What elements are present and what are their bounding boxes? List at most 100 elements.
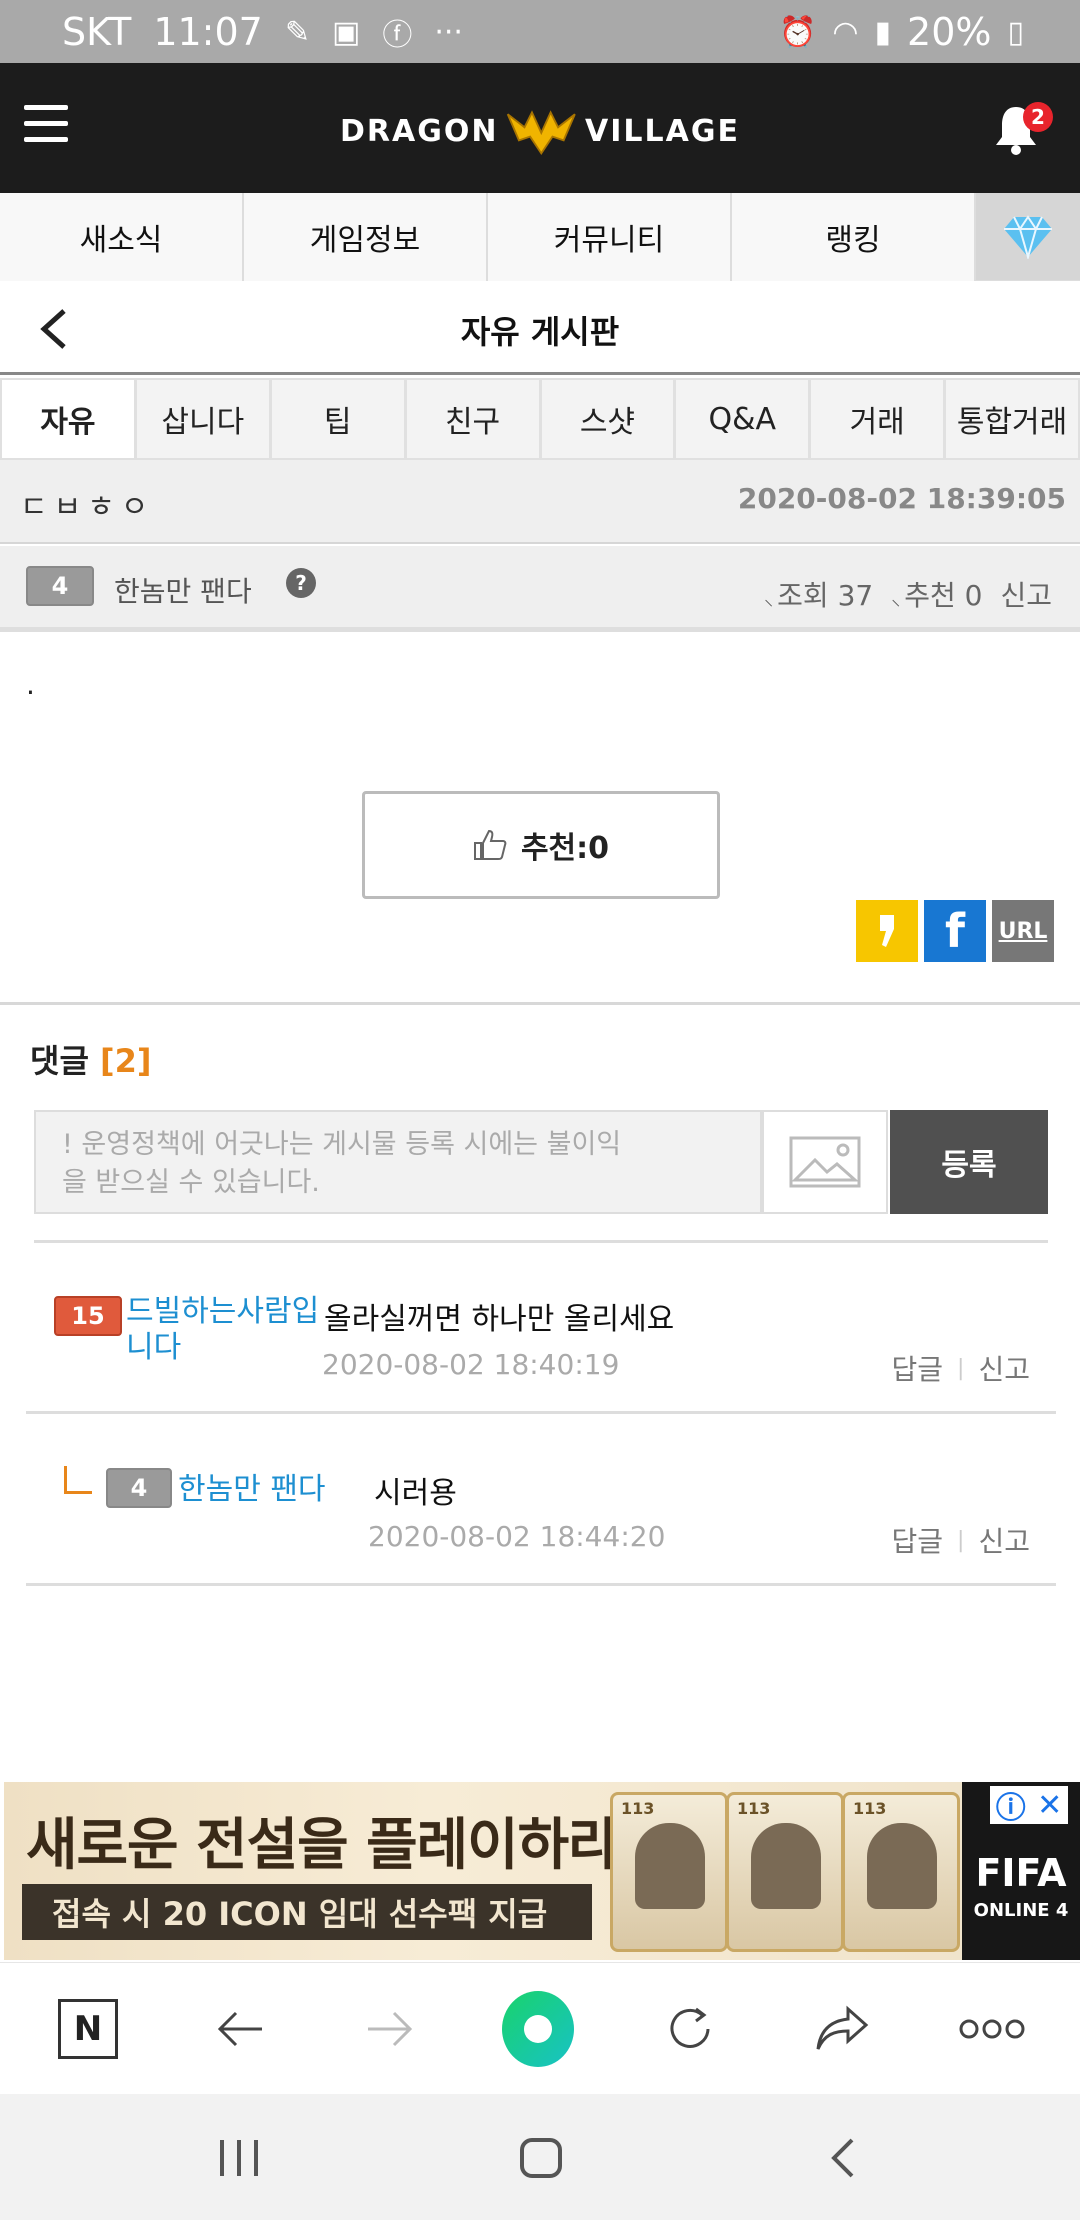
url-share-label: URL <box>998 918 1048 944</box>
ad-close-icon[interactable]: ✕ <box>1037 1788 1062 1823</box>
thumbs-up-icon <box>473 829 507 860</box>
category-tab-buy[interactable]: 삽니다 <box>136 380 269 458</box>
nav-tab-game-info[interactable]: 게임정보 <box>244 193 488 281</box>
commenter-level-badge: 4 <box>106 1468 172 1508</box>
main-nav: 새소식 게임정보 커뮤니티 랭킹 <box>0 193 1080 281</box>
ad-player-card: 113 <box>610 1792 728 1952</box>
ad-card-rating: 113 <box>853 1799 887 1818</box>
help-icon[interactable]: ? <box>286 568 316 598</box>
share-arrow-icon <box>816 2005 869 2050</box>
system-nav-bar <box>0 2094 1080 2220</box>
refresh-button[interactable] <box>654 1993 726 2065</box>
ad-player-card: 113 <box>726 1792 844 1952</box>
recent-apps-icon[interactable] <box>218 2138 260 2178</box>
post-header: ㄷㅂㅎㅇ 2020-08-02 18:39:05 <box>0 460 1080 544</box>
like-button[interactable]: 추천:0 <box>362 791 720 899</box>
pill-icon: ✎ <box>284 14 310 50</box>
recommend-count: ⸜ 추천 0 <box>891 579 983 612</box>
category-tab-free[interactable]: 자유 <box>2 380 134 458</box>
board-title-bar: 자유 게시판 <box>0 281 1080 375</box>
separator: | <box>957 1527 965 1553</box>
ad-banner[interactable]: 새로운 전설을 플레이하라! 접속 시 20 ICON 임대 선수팩 지급 11… <box>4 1782 1080 1960</box>
commenter-level-badge: 15 <box>54 1296 122 1336</box>
app-header: DRAGON VILLAGE <box>0 63 1080 193</box>
commenter-name[interactable]: 한놈만 팬다 <box>178 1464 326 1508</box>
comment-item-reply: 4 한놈만 팬다 시러용 2020-08-02 18:44:20 답글 | 신고 <box>26 1440 1056 1586</box>
author-name[interactable]: 한놈만 팬다 <box>114 570 252 610</box>
notification-badge: 2 <box>1023 102 1053 132</box>
nav-tab-news[interactable]: 새소식 <box>0 193 244 281</box>
logo-word-left: DRAGON <box>340 113 499 149</box>
ad-info-icon[interactable]: ⓘ <box>996 1783 1026 1827</box>
author-level-badge: 4 <box>26 566 94 606</box>
post-author-row: 4 한놈만 팬다 ? ⸜ 조회 37 ⸜ 추천 0 신고 <box>0 546 1080 632</box>
ad-subline: 접속 시 20 ICON 임대 선수팩 지급 <box>22 1884 592 1940</box>
comment-date: 2020-08-02 18:40:19 <box>322 1348 620 1381</box>
comments-heading: 댓글 [2] <box>30 1036 152 1082</box>
category-tab-qna[interactable]: Q&A <box>676 380 809 458</box>
dragon-village-logo[interactable]: DRAGON VILLAGE <box>340 101 740 161</box>
nav-tab-gem[interactable] <box>976 193 1080 280</box>
comment-item: 15 드빌하는사람입니다 올라실꺼면 하나만 올리세요 2020-08-02 1… <box>26 1270 1056 1414</box>
ad-player-card: 113 <box>842 1792 960 1952</box>
category-tab-screenshot[interactable]: 스샷 <box>541 380 674 458</box>
like-label: 추천:0 <box>520 831 610 866</box>
comment-date: 2020-08-02 18:44:20 <box>368 1520 666 1553</box>
category-tab-trade[interactable]: 거래 <box>811 380 944 458</box>
divider <box>34 1240 1048 1243</box>
comment-text: 시러용 <box>374 1476 457 1511</box>
divider <box>0 1002 1080 1005</box>
kakao-icon <box>880 915 894 947</box>
ad-card-rating: 113 <box>621 1799 655 1818</box>
back-button[interactable] <box>204 1993 276 2065</box>
ad-card-rating: 113 <box>737 1799 771 1818</box>
attach-image-button[interactable] <box>762 1110 888 1214</box>
comment-submit-button[interactable]: 등록 <box>890 1110 1048 1214</box>
carrier-label: SKT <box>62 10 132 54</box>
reply-link[interactable]: 답글 <box>892 1520 944 1560</box>
nav-tab-ranking[interactable]: 랭킹 <box>732 193 976 281</box>
forward-button[interactable] <box>354 1993 426 2065</box>
post-date: 2020-08-02 18:39:05 <box>737 482 1066 515</box>
report-link[interactable]: 신고 <box>978 1520 1030 1560</box>
image-icon: ▣ <box>331 14 361 50</box>
views-count: ⸜ 조회 37 <box>764 579 874 612</box>
more-notifications: ··· <box>434 14 463 50</box>
clock: 11:07 <box>153 10 263 54</box>
green-dot-icon <box>502 1991 574 2067</box>
post-title: ㄷㅂㅎㅇ <box>20 490 155 525</box>
more-options-button[interactable] <box>956 1993 1028 2065</box>
system-back-icon[interactable] <box>828 2136 858 2180</box>
naver-home-button[interactable]: N <box>52 1993 124 2065</box>
reply-indent-icon <box>64 1466 92 1494</box>
category-tab-tip[interactable]: 팁 <box>271 380 404 458</box>
category-tabs: 자유 삽니다 팁 친구 스샷 Q&A 거래 통합거래 <box>0 378 1080 460</box>
dragon-emblem-icon <box>507 110 577 156</box>
category-tab-friend[interactable]: 친구 <box>406 380 539 458</box>
kakao-share-button[interactable] <box>856 900 918 962</box>
report-link[interactable]: 신고 <box>978 1348 1030 1388</box>
reply-link[interactable]: 답글 <box>892 1348 944 1388</box>
ad-controls: ⓘ ✕ <box>990 1783 1068 1827</box>
ad-headline: 새로운 전설을 플레이하라! <box>26 1813 644 1878</box>
menu-icon[interactable] <box>24 105 68 143</box>
separator: | <box>957 1355 965 1381</box>
comment-input[interactable]: ! 운영정책에 어긋나는 게시물 등록 시에는 불이익 을 받으실 수 있습니다… <box>34 1110 762 1214</box>
signal-icon: ▮ <box>874 14 892 50</box>
commenter-name[interactable]: 드빌하는사람입니다 <box>126 1294 326 1366</box>
report-link[interactable]: 신고 <box>1000 574 1052 614</box>
post-body: . <box>26 668 35 701</box>
category-tab-all-trade[interactable]: 통합거래 <box>946 380 1078 458</box>
alarm-icon: ⏰ <box>778 14 817 50</box>
naver-icon: N <box>58 1999 118 2059</box>
share-button[interactable] <box>806 1993 878 2065</box>
browser-toolbar: N <box>0 1962 1080 2094</box>
facebook-share-button[interactable]: f <box>924 900 986 962</box>
home-icon[interactable] <box>518 2136 564 2180</box>
url-share-button[interactable]: URL <box>992 900 1054 962</box>
comment-placeholder-line2: 을 받으실 수 있습니다. <box>62 1167 320 1198</box>
nav-tab-community[interactable]: 커뮤니티 <box>488 193 732 281</box>
green-dot-button[interactable] <box>502 1991 574 2067</box>
diamond-icon <box>1004 214 1052 259</box>
refresh-icon <box>670 2007 710 2048</box>
